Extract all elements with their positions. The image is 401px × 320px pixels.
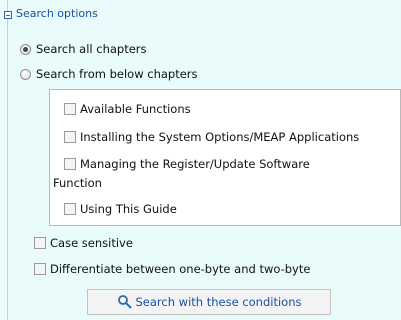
chapters-listbox: Available Functions Installing the Syste…	[49, 89, 401, 226]
radio-search-from-below-chapters[interactable]: Search from below chapters	[20, 67, 198, 81]
chapter-item[interactable]: Available Functions	[64, 102, 191, 116]
radio-search-all-chapters[interactable]: Search all chapters	[20, 42, 147, 56]
radio-unselected-icon[interactable]	[20, 68, 31, 80]
differentiate-bytes-option[interactable]: Differentiate between one-byte and two-b…	[34, 262, 310, 276]
search-all-chapters-label: Search all chapters	[36, 42, 147, 56]
radio-selected-icon[interactable]	[20, 43, 31, 55]
search-from-below-chapters-label: Search from below chapters	[36, 67, 198, 81]
search-options-panel: Search options Search all chapters Searc…	[0, 0, 401, 320]
chapter-label: Using This Guide	[80, 202, 177, 216]
chapter-item[interactable]: Using This Guide	[64, 202, 177, 216]
chapter-checkbox[interactable]	[64, 131, 76, 143]
magnifier-icon	[117, 294, 133, 310]
chapter-checkbox[interactable]	[64, 203, 76, 215]
case-sensitive-option[interactable]: Case sensitive	[34, 236, 133, 250]
search-with-conditions-label: Search with these conditions	[135, 295, 302, 309]
chapter-item[interactable]: Managing the Register/Update Software	[64, 157, 310, 171]
differentiate-bytes-checkbox[interactable]	[34, 263, 46, 275]
chapter-checkbox[interactable]	[64, 103, 76, 115]
chapter-label-wrap: Function	[53, 176, 102, 190]
chapter-label: Installing the System Options/MEAP Appli…	[80, 130, 360, 144]
collapse-icon[interactable]	[4, 11, 12, 19]
chapter-label: Available Functions	[80, 102, 191, 116]
case-sensitive-checkbox[interactable]	[34, 237, 46, 249]
differentiate-bytes-label: Differentiate between one-byte and two-b…	[50, 262, 311, 276]
chapter-checkbox[interactable]	[64, 158, 76, 170]
case-sensitive-label: Case sensitive	[50, 236, 133, 250]
chapter-label-continued: Function	[53, 176, 102, 190]
chapter-label: Managing the Register/Update Software	[80, 157, 310, 171]
search-options-header: Search options	[16, 7, 98, 20]
search-with-conditions-button[interactable]: Search with these conditions	[87, 289, 331, 315]
chapter-item[interactable]: Installing the System Options/MEAP Appli…	[64, 130, 359, 144]
